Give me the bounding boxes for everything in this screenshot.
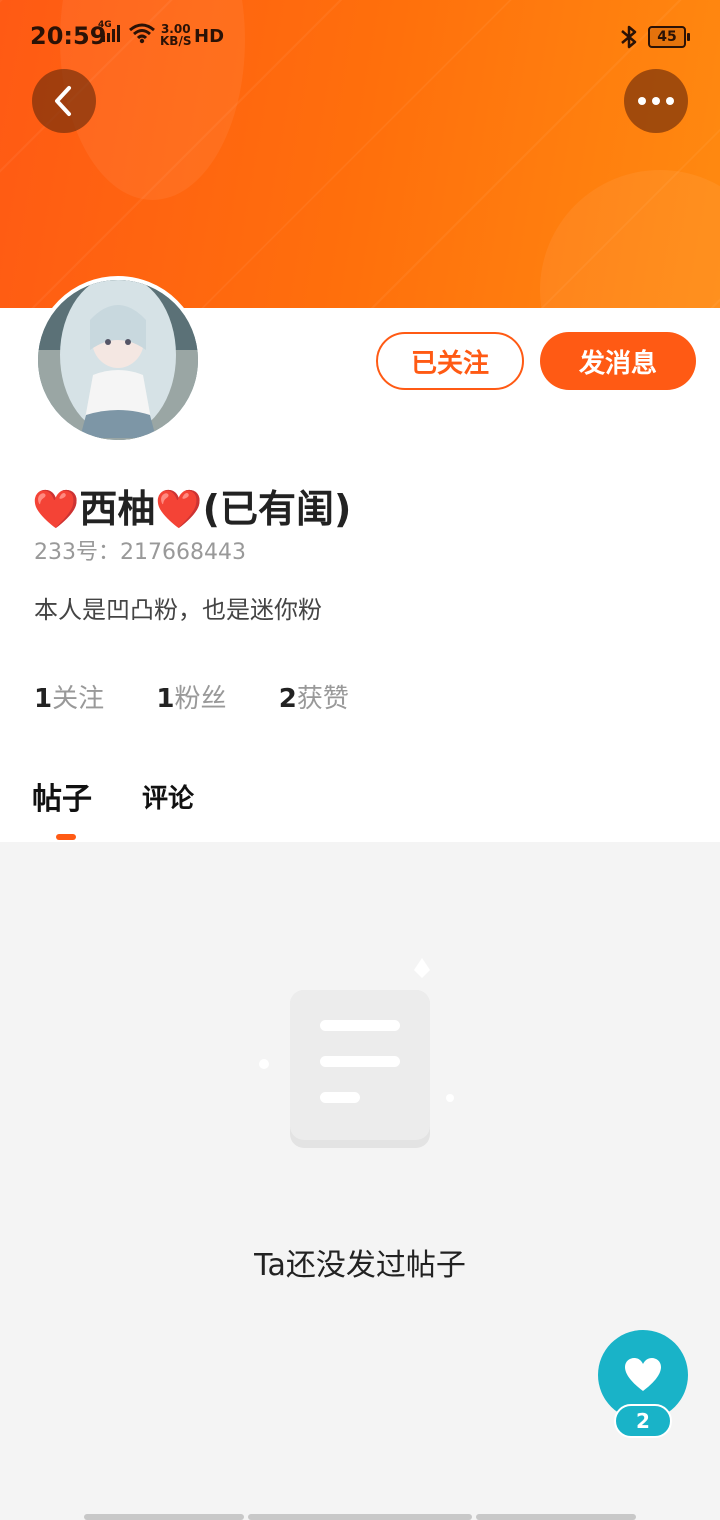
user-name: ❤️西柚❤️(已有闺) — [32, 487, 352, 531]
wifi-icon — [128, 22, 156, 44]
profile-header: 20:59 4G 3.00 KB/S HD 45 — [0, 0, 720, 308]
document-icon — [250, 948, 470, 1168]
gesture-bar — [248, 1514, 472, 1520]
status-time: 20:59 — [30, 22, 107, 50]
tab-comments[interactable]: 评论 — [142, 778, 194, 815]
battery-icon: 45 — [648, 26, 690, 48]
active-tab-indicator — [56, 834, 76, 840]
avatar[interactable] — [34, 276, 202, 444]
network-type: 4G — [98, 20, 112, 30]
user-stats: 1关注 1粉丝 2获赞 — [34, 678, 393, 715]
user-id: 233号：217668443 — [34, 540, 246, 565]
heart-icon — [625, 1358, 661, 1391]
hd-badge: HD — [194, 26, 225, 47]
user-bio: 本人是凹凸粉，也是迷你粉 — [34, 596, 322, 624]
stat-likes: 2获赞 — [278, 684, 349, 714]
stat-followers[interactable]: 1粉丝 — [156, 678, 226, 715]
profile-card: 已关注 发消息 ❤️西柚❤️(已有闺) 233号：217668443 本人是凹凸… — [0, 276, 720, 842]
send-message-button[interactable]: 发消息 — [540, 332, 696, 390]
signal-icon: 4G — [98, 18, 124, 46]
chevron-left-icon — [55, 86, 71, 116]
more-button[interactable] — [624, 69, 688, 133]
stat-following[interactable]: 1关注 — [34, 678, 104, 715]
gesture-bar — [84, 1514, 244, 1520]
followed-button[interactable]: 已关注 — [376, 332, 524, 390]
tab-posts[interactable]: 帖子 — [32, 774, 92, 818]
empty-state-text: Ta还没发过帖子 — [254, 1248, 466, 1283]
gesture-bar — [476, 1514, 636, 1520]
bluetooth-icon — [618, 24, 640, 50]
more-horizontal-icon — [638, 97, 674, 105]
status-bar: 20:59 4G 3.00 KB/S HD 45 — [0, 18, 720, 54]
back-button[interactable] — [32, 69, 96, 133]
like-count-badge: 2 — [614, 1404, 672, 1438]
network-speed: 3.00 KB/S — [160, 22, 192, 48]
